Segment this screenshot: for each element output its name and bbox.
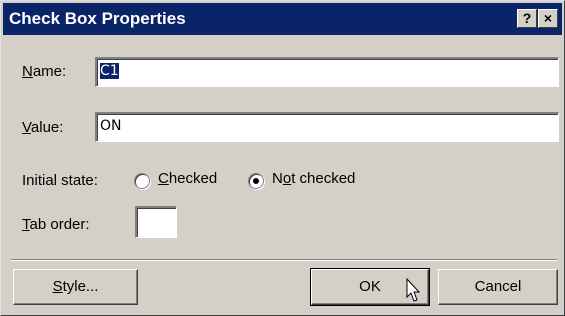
- close-button[interactable]: ×: [538, 9, 558, 28]
- help-button[interactable]: ?: [517, 9, 537, 28]
- title-bar[interactable]: Check Box Properties ? ×: [3, 3, 562, 35]
- value-input[interactable]: ON: [95, 112, 559, 142]
- name-input-value: C1: [100, 63, 119, 79]
- name-input[interactable]: C1: [95, 57, 559, 87]
- not-checked-radio[interactable]: [248, 173, 264, 189]
- checked-radio[interactable]: [134, 173, 150, 189]
- help-icon: ?: [522, 10, 532, 26]
- mouse-pointer-icon: [406, 278, 421, 302]
- radio-selected-dot: [253, 178, 259, 184]
- not-checked-radio-label[interactable]: Not checked: [272, 170, 355, 188]
- name-label: Name:: [22, 63, 67, 80]
- close-icon: ×: [543, 10, 553, 26]
- value-label: Value:: [22, 119, 64, 136]
- tab-order-input[interactable]: [135, 206, 177, 238]
- separator: [11, 259, 557, 261]
- style-button[interactable]: Style...: [13, 269, 138, 305]
- value-input-value: ON: [100, 118, 122, 134]
- check-box-properties-dialog: Check Box Properties ? × Name: C1 Value:…: [0, 0, 565, 316]
- tab-order-label: Tab order:: [22, 216, 90, 233]
- window-title: Check Box Properties: [9, 9, 186, 28]
- cancel-button[interactable]: Cancel: [438, 269, 558, 305]
- checked-radio-label[interactable]: Checked: [158, 170, 217, 188]
- initial-state-label: Initial state:: [22, 172, 98, 189]
